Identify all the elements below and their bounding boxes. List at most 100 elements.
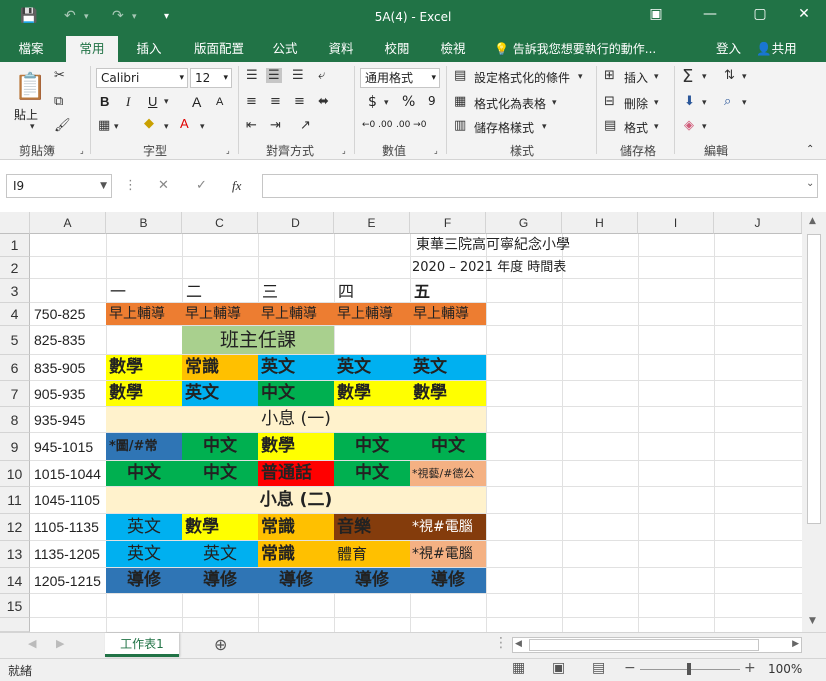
time-cell[interactable]: 750-825	[31, 303, 106, 326]
font-color-dropdown-icon[interactable]: ▾	[200, 122, 205, 132]
sign-in-link[interactable]: 登入	[716, 36, 741, 62]
copy-icon[interactable]: ⧉	[54, 94, 63, 109]
lesson-cell[interactable]: 導修	[410, 568, 486, 593]
lesson-cell[interactable]: 導修	[258, 568, 334, 593]
merge-center-icon[interactable]: ⬌	[318, 94, 329, 109]
time-cell[interactable]: 1015-1044	[31, 461, 106, 487]
next-sheet-icon[interactable]: ▶	[56, 637, 64, 650]
sort-filter-icon[interactable]: ⇅	[724, 68, 735, 83]
lesson-cell[interactable]: 英文	[334, 355, 410, 380]
enter-icon[interactable]: ✓	[196, 178, 207, 193]
time-cell[interactable]: 825-835	[31, 326, 106, 355]
row-header[interactable]: 7	[0, 381, 30, 407]
lesson-cell[interactable]: 英文	[106, 541, 182, 567]
tab-data[interactable]: 資料	[318, 36, 364, 62]
day-header[interactable]: 二	[183, 279, 258, 302]
font-color-icon[interactable]: A	[180, 116, 189, 131]
cell-styles-icon[interactable]: ▥	[454, 118, 466, 133]
align-bottom-icon[interactable]: ☰	[292, 68, 304, 83]
lesson-cell[interactable]: 常識	[258, 541, 334, 567]
clear-icon[interactable]: ◈	[684, 118, 694, 133]
prev-sheet-icon[interactable]: ◀	[28, 637, 36, 650]
day-header[interactable]: 四	[335, 279, 410, 302]
chevron-down-icon[interactable]: ▾	[742, 98, 747, 108]
tab-page-layout[interactable]: 版面配置	[184, 36, 254, 62]
ribbon-display-icon[interactable]: ▣	[642, 6, 670, 22]
lesson-cell[interactable]: 普通話	[258, 461, 334, 486]
format-painter-icon[interactable]: 🖌	[54, 118, 71, 133]
align-left-icon[interactable]: ≡	[246, 94, 257, 109]
tab-file[interactable]: 檔案	[8, 36, 54, 62]
lesson-cell[interactable]: 體育	[334, 541, 410, 567]
row-header[interactable]: 13	[0, 541, 30, 568]
tell-me-box[interactable]: 💡 告訴我您想要執行的動作...	[494, 36, 656, 62]
lesson-cell[interactable]: 數學	[182, 514, 258, 540]
underline-button[interactable]: U	[148, 94, 157, 109]
conditional-format-icon[interactable]: ▤	[454, 68, 466, 83]
chevron-down-icon[interactable]: ▾	[702, 98, 707, 108]
bold-button[interactable]: B	[100, 94, 109, 109]
currency-button[interactable]: $	[368, 94, 377, 110]
row-header[interactable]: 6	[0, 355, 30, 381]
time-cell[interactable]: 1045-1105	[31, 487, 106, 514]
lesson-cell[interactable]: 中文	[410, 433, 486, 460]
column-header-d[interactable]: D	[258, 212, 334, 234]
lesson-cell[interactable]: 英文	[106, 514, 182, 540]
lesson-cell[interactable]: 中文	[258, 381, 334, 406]
lesson-cell[interactable]: *視#電腦	[410, 541, 486, 567]
recess-cell[interactable]: 小息 (一)	[106, 407, 486, 432]
page-break-view-icon[interactable]: ▤	[592, 660, 605, 676]
format-cells-icon[interactable]: ▤	[604, 118, 616, 133]
delete-cells-button[interactable]: 刪除	[624, 95, 648, 112]
column-header-h[interactable]: H	[562, 212, 638, 234]
currency-dropdown-icon[interactable]: ▾	[384, 98, 389, 108]
select-all-corner[interactable]	[0, 212, 30, 234]
page-layout-view-icon[interactable]: ▣	[552, 660, 565, 676]
lesson-cell[interactable]: 中文	[106, 461, 182, 486]
format-table-button[interactable]: 格式化為表格	[474, 95, 546, 112]
format-table-icon[interactable]: ▦	[454, 94, 466, 109]
cut-icon[interactable]: ✂	[54, 68, 65, 83]
column-header-f[interactable]: F	[410, 212, 486, 234]
insert-cells-icon[interactable]: ⊞	[604, 68, 615, 83]
autosum-icon[interactable]: Σ	[682, 66, 693, 87]
percent-button[interactable]: %	[402, 94, 415, 110]
column-header-j[interactable]: J	[714, 212, 802, 234]
recess-cell[interactable]: 小息 (二)	[106, 487, 486, 513]
lesson-cell[interactable]: 中文	[334, 433, 410, 460]
increase-decimal-button[interactable]: ←0 .00	[362, 120, 392, 130]
scroll-right-icon[interactable]: ▶	[792, 639, 799, 649]
add-sheet-icon[interactable]: ⊕	[214, 635, 227, 654]
align-right-icon[interactable]: ≡	[294, 94, 305, 109]
tab-view[interactable]: 檢視	[430, 36, 476, 62]
chevron-down-icon[interactable]: ▾	[654, 72, 659, 82]
lesson-cell[interactable]: 英文	[410, 355, 486, 380]
minimize-icon[interactable]: —	[696, 6, 724, 22]
lesson-cell[interactable]: 數學	[106, 381, 182, 406]
row-header-partial[interactable]	[0, 618, 30, 632]
lesson-cell[interactable]: 中文	[182, 433, 258, 460]
insert-cells-button[interactable]: 插入	[624, 69, 648, 86]
school-title[interactable]: 東華三院高可寧紀念小學	[410, 234, 638, 256]
close-icon[interactable]: ✕	[790, 6, 818, 22]
number-launcher-icon[interactable]: ⌟	[434, 146, 438, 155]
expand-formula-icon[interactable]: ⌄	[806, 178, 814, 189]
zoom-in-icon[interactable]: +	[744, 660, 756, 676]
time-cell[interactable]: 1105-1135	[31, 514, 106, 541]
scroll-up-icon[interactable]: ▲	[809, 216, 816, 226]
tab-review[interactable]: 校閱	[374, 36, 420, 62]
wrap-text-icon[interactable]: ⤶	[318, 68, 325, 83]
column-header-e[interactable]: E	[334, 212, 410, 234]
lesson-cell[interactable]: 常識	[182, 355, 258, 380]
number-format-box[interactable]: 通用格式 ▾	[360, 68, 440, 88]
column-header-c[interactable]: C	[182, 212, 258, 234]
lesson-cell[interactable]: 早上輔導	[106, 303, 182, 325]
increase-indent-icon[interactable]: ⇥	[270, 118, 281, 133]
font-launcher-icon[interactable]: ⌟	[226, 146, 230, 155]
row-header[interactable]: 11	[0, 487, 30, 514]
lesson-cell[interactable]: 數學	[258, 433, 334, 460]
fill-color-icon[interactable]: ◆	[144, 116, 154, 131]
share-button[interactable]: 👤共用	[756, 36, 797, 62]
align-top-icon[interactable]: ☰	[246, 68, 258, 83]
chevron-down-icon[interactable]: ▾	[542, 122, 547, 132]
